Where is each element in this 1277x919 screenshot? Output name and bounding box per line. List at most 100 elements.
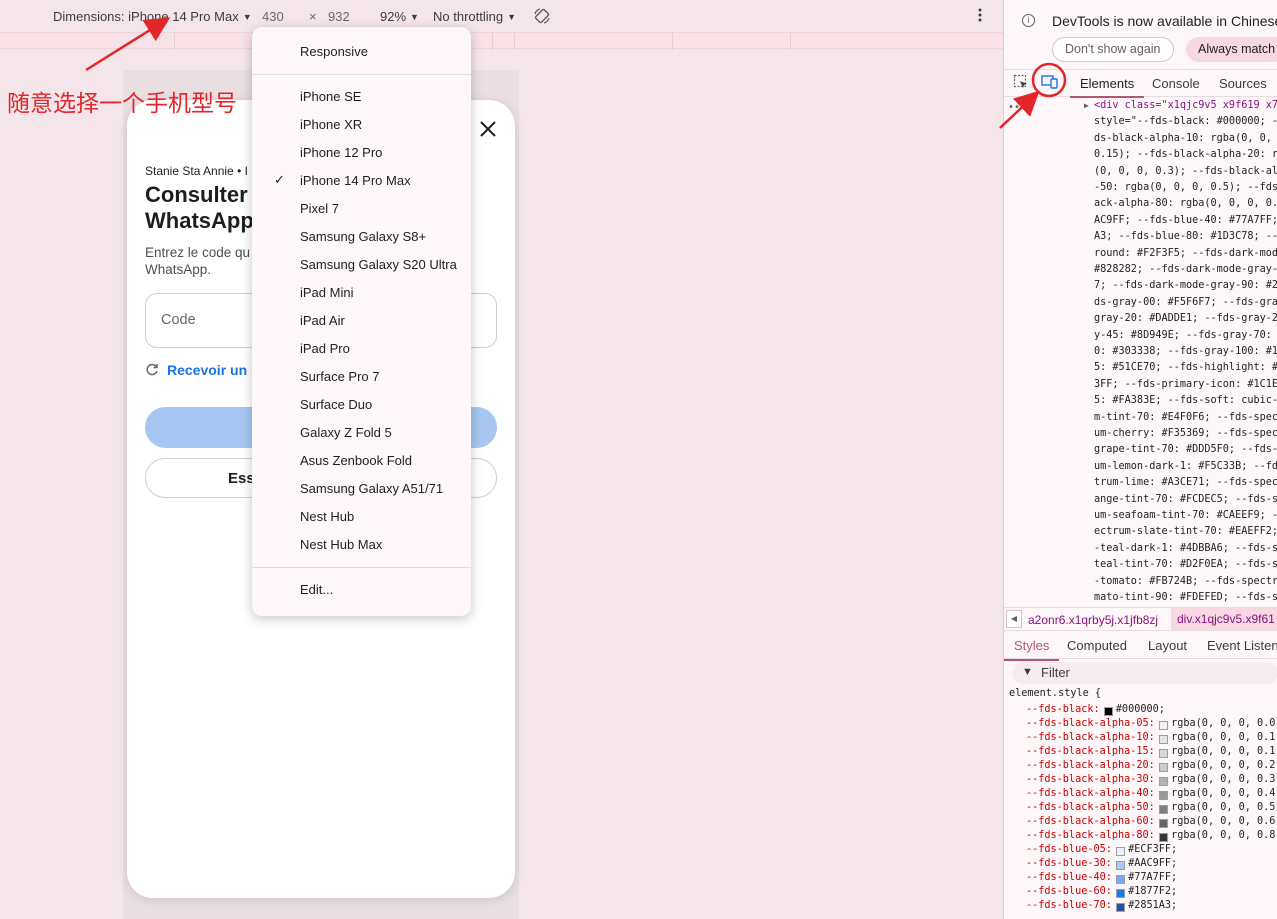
menu-item-device-selected[interactable]: ✓ iPhone 14 Pro Max <box>252 167 471 195</box>
device-toolbar-toggle[interactable] <box>1040 73 1060 94</box>
dom-code-line[interactable]: A3; --fds-blue-80: #1D3C78; --f <box>1094 229 1277 245</box>
dom-code-line[interactable]: style="--fds-black: #000000; -- <box>1094 114 1277 130</box>
dom-code-line[interactable]: 7; --fds-dark-mode-gray-90: #28 <box>1094 278 1277 294</box>
close-button[interactable] <box>477 118 499 140</box>
style-declaration[interactable]: --fds-blue-60: #1877F2; <box>1004 886 1277 900</box>
style-declaration[interactable]: --fds-black-alpha-10: rgba(0, 0, 0, 0.1 <box>1004 732 1277 746</box>
tab-console[interactable]: Console <box>1152 76 1200 91</box>
dom-code-line[interactable]: ange-tint-70: #FCDEC5; --fds-sp <box>1094 492 1277 508</box>
menu-item-device[interactable]: Asus Zenbook Fold <box>252 447 471 475</box>
always-match-button[interactable]: Always match <box>1186 37 1277 62</box>
menu-item-device[interactable]: iPad Mini <box>252 279 471 307</box>
more-options-button[interactable] <box>976 6 984 24</box>
menu-item-device[interactable]: Samsung Galaxy A51/71 <box>252 475 471 503</box>
dont-show-again-button[interactable]: Don't show again <box>1052 37 1174 62</box>
style-declaration[interactable]: --fds-black-alpha-80: rgba(0, 0, 0, 0.8 <box>1004 830 1277 844</box>
style-declaration[interactable]: --fds-black-alpha-20: rgba(0, 0, 0, 0.2 <box>1004 760 1277 774</box>
tab-sources[interactable]: Sources <box>1219 76 1267 91</box>
color-swatch[interactable] <box>1116 875 1126 884</box>
dom-code-line[interactable]: <div class="x1qjc9v5 x9f619 x78 <box>1094 98 1277 114</box>
tab-computed[interactable]: Computed <box>1067 638 1127 653</box>
color-swatch[interactable] <box>1159 763 1169 772</box>
dom-code-line[interactable]: teal-tint-70: #D2F0EA; --fds-sp <box>1094 557 1277 573</box>
style-declaration[interactable]: --fds-black-alpha-05: rgba(0, 0, 0, 0.0 <box>1004 718 1277 732</box>
dom-code-line[interactable]: -50: rgba(0, 0, 0, 0.5); --fds- <box>1094 180 1277 196</box>
menu-item-device[interactable]: iPhone SE <box>252 83 471 111</box>
tab-elements[interactable]: Elements <box>1069 76 1145 98</box>
elements-dom-tree[interactable]: ••• ▶ <div class="x1qjc9v5 x9f619 x78 sty… <box>1004 97 1277 607</box>
zoom-dropdown[interactable]: 92% ▼ <box>380 9 419 24</box>
menu-item-device[interactable]: Surface Duo <box>252 391 471 419</box>
dom-code-line[interactable]: 0.15); --fds-black-alpha-20: rg <box>1094 147 1277 163</box>
dom-code-line[interactable]: 0: #303338; --fds-gray-100: #1C <box>1094 344 1277 360</box>
menu-item-device[interactable]: Samsung Galaxy S20 Ultra <box>252 251 471 279</box>
rotate-button[interactable] <box>533 7 551 25</box>
menu-item-device[interactable]: iPhone XR <box>252 111 471 139</box>
dom-code-line[interactable]: -teal-dark-1: #4DBBA6; --fds-sp <box>1094 541 1277 557</box>
dom-code-line[interactable]: mato-tint-90: #FDEFED; --fds-st <box>1094 590 1277 606</box>
style-declaration[interactable]: --fds-blue-30: #AAC9FF; <box>1004 858 1277 872</box>
color-swatch[interactable] <box>1116 861 1126 870</box>
breadcrumb-item-current[interactable]: div.x1qjc9v5.x9f61 <box>1171 608 1277 630</box>
color-swatch[interactable] <box>1116 903 1126 912</box>
style-declaration[interactable]: --fds-blue-40: #77A7FF; <box>1004 872 1277 886</box>
dom-code-line[interactable]: (0, 0, 0, 0.3); --fds-black-alp <box>1094 164 1277 180</box>
color-swatch[interactable] <box>1159 735 1169 744</box>
color-swatch[interactable] <box>1159 721 1169 730</box>
media-query-ruler[interactable] <box>0 32 1003 50</box>
dom-code-line[interactable]: round: #F2F3F5; --fds-dark-mode <box>1094 246 1277 262</box>
menu-item-device[interactable]: Samsung Galaxy S8+ <box>252 223 471 251</box>
ellipsis-icon[interactable]: ••• <box>1008 100 1026 116</box>
dom-code-line[interactable]: grape-tint-70: #DDD5F0; --fds-s <box>1094 442 1277 458</box>
tab-styles[interactable]: Styles <box>1004 638 1060 661</box>
inspect-element-button[interactable] <box>1013 74 1029 93</box>
dom-code-line[interactable]: 3FF; --fds-primary-icon: #1C1E2 <box>1094 377 1277 393</box>
dom-code-line[interactable]: um-seafoam-tint-70: #CAEEF9; -- <box>1094 508 1277 524</box>
color-swatch[interactable] <box>1116 847 1126 856</box>
style-declaration[interactable]: --fds-black: #000000; <box>1004 704 1277 718</box>
dom-code-line[interactable]: AC9FF; --fds-blue-40: #77A7FF; <box>1094 213 1277 229</box>
breadcrumb-item[interactable]: a2onr6.x1qrby5j.x1jfb8zj <box>1028 613 1158 627</box>
height-input[interactable]: 932 <box>328 9 350 24</box>
dom-code-line[interactable]: 5: #FA383E; --fds-soft: cubic-b <box>1094 393 1277 409</box>
dom-code-line[interactable]: 5: #51CE70; --fds-highlight: #3 <box>1094 360 1277 376</box>
color-swatch[interactable] <box>1103 707 1113 716</box>
dom-code-line[interactable]: ack-alpha-80: rgba(0, 0, 0, 0.8 <box>1094 196 1277 212</box>
menu-item-device[interactable]: iPad Pro <box>252 335 471 363</box>
dom-code-line[interactable]: -tomato: #FB724B; --fds-spectru <box>1094 574 1277 590</box>
dimensions-dropdown[interactable]: Dimensions: iPhone 14 Pro Max ▼ <box>53 9 252 24</box>
color-swatch[interactable] <box>1159 777 1169 786</box>
menu-item-device[interactable]: Nest Hub <box>252 503 471 531</box>
style-declaration[interactable]: --fds-blue-70: #2851A3; <box>1004 900 1277 914</box>
dom-code-line[interactable]: trum-lime: #A3CE71; --fds-spect <box>1094 475 1277 491</box>
dom-code-line[interactable]: ds-black-alpha-10: rgba(0, 0, 0 <box>1094 131 1277 147</box>
dom-code-line[interactable]: ectrum-slate-tint-70: #EAEFF2; <box>1094 524 1277 540</box>
style-declaration[interactable]: --fds-blue-05: #ECF3FF; <box>1004 844 1277 858</box>
breadcrumb-back-button[interactable]: ◀ <box>1006 610 1022 628</box>
color-swatch[interactable] <box>1159 805 1169 814</box>
menu-item-responsive[interactable]: Responsive <box>252 38 471 66</box>
dom-code-line[interactable]: um-lemon-dark-1: #F5C33B; --fds <box>1094 459 1277 475</box>
dom-code-line[interactable]: #828282; --fds-dark-mode-gray-7 <box>1094 262 1277 278</box>
style-declaration[interactable]: --fds-black-alpha-15: rgba(0, 0, 0, 0.1 <box>1004 746 1277 760</box>
menu-item-device[interactable]: Surface Pro 7 <box>252 363 471 391</box>
color-swatch[interactable] <box>1159 819 1169 828</box>
color-swatch[interactable] <box>1116 889 1126 898</box>
style-declaration[interactable]: --fds-black-alpha-60: rgba(0, 0, 0, 0.6 <box>1004 816 1277 830</box>
menu-item-device[interactable]: iPad Air <box>252 307 471 335</box>
tab-layout[interactable]: Layout <box>1148 638 1187 653</box>
tab-event-listeners[interactable]: Event Listeners <box>1207 638 1277 653</box>
dom-code-line[interactable]: ds-gray-00: #F5F6F7; --fds-gray <box>1094 295 1277 311</box>
style-declaration[interactable]: --fds-black-alpha-40: rgba(0, 0, 0, 0.4 <box>1004 788 1277 802</box>
color-swatch[interactable] <box>1159 791 1169 800</box>
throttling-dropdown[interactable]: No throttling ▼ <box>433 9 516 24</box>
style-declaration[interactable]: --fds-black-alpha-50: rgba(0, 0, 0, 0.5 <box>1004 802 1277 816</box>
expand-triangle-icon[interactable]: ▶ <box>1084 98 1089 114</box>
menu-item-edit[interactable]: Edit... <box>252 576 471 604</box>
styles-filter-input[interactable]: ▼ Filter <box>1012 662 1277 684</box>
color-swatch[interactable] <box>1159 833 1169 842</box>
dom-code-line[interactable]: um-cherry: #F35369; --fds-spect <box>1094 426 1277 442</box>
resend-code-link[interactable]: Recevoir un n <box>145 362 260 378</box>
menu-item-device[interactable]: Pixel 7 <box>252 195 471 223</box>
dom-code-line[interactable]: m-tint-70: #E4F0F6; --fds-spect <box>1094 410 1277 426</box>
